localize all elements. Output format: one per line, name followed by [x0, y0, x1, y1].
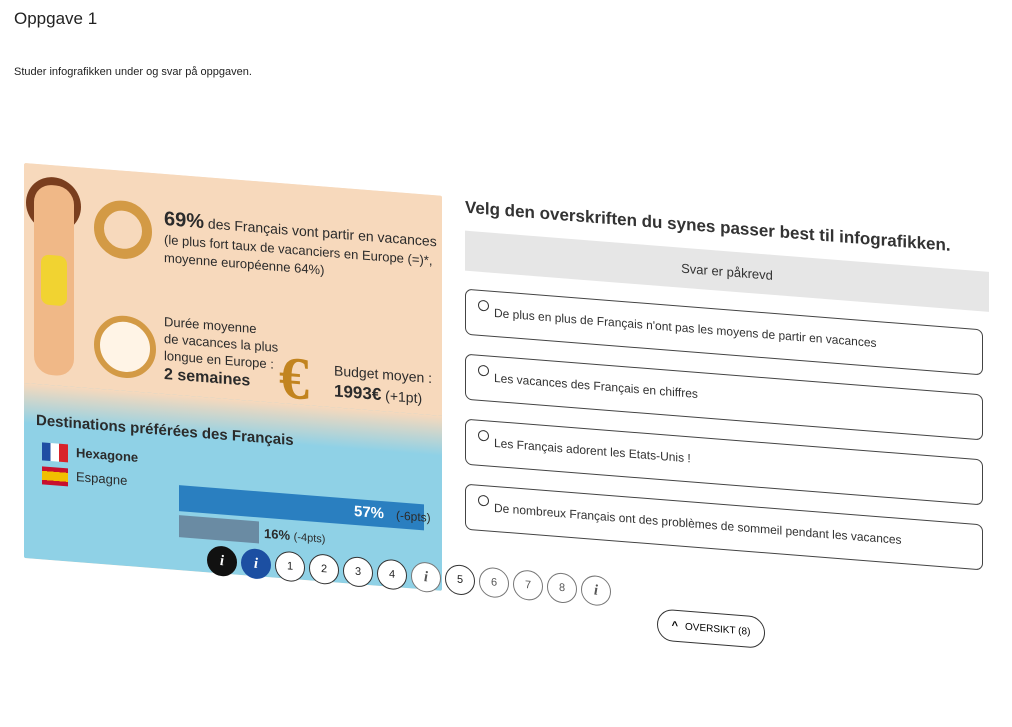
overview-label: OVERSIKT (8) [685, 621, 751, 638]
nav-question-1[interactable]: 1 [275, 550, 305, 583]
radio-icon[interactable] [478, 494, 489, 507]
destination-1-pct: 57% [354, 502, 385, 523]
answer-option-label: De nombreux Français ont des problèmes d… [494, 500, 902, 548]
radio-icon[interactable] [478, 429, 489, 442]
chevron-up-icon: ^ [671, 619, 679, 633]
page-title: Oppgave 1 [14, 9, 98, 28]
nav-question-3[interactable]: 3 [343, 555, 373, 589]
euro-icon: € [279, 344, 309, 413]
france-flag-icon [42, 442, 68, 463]
destination-1-change: (-6pts) [396, 508, 431, 525]
answer-option-label: Les Français adorent les Etats-Unis ! [494, 435, 691, 466]
nav-question-5[interactable]: 5 [445, 563, 475, 597]
destination-2-change: (-4pts) [293, 531, 326, 546]
nav-question-4[interactable]: 4 [377, 558, 407, 591]
exam-page: Oppgave 1 Studer infografikken under og … [0, 0, 1012, 727]
nav-info-item[interactable]: i [581, 574, 611, 607]
overview-button[interactable]: ^ OVERSIKT (8) [657, 608, 765, 649]
radio-icon[interactable] [478, 299, 489, 312]
nav-question-6[interactable]: 6 [479, 566, 509, 599]
infographic-image: 69% des Français vont partir en vacances… [24, 162, 442, 591]
nav-info-item[interactable]: i [411, 561, 441, 594]
nav-info-item-current[interactable]: i [241, 547, 271, 581]
radio-icon[interactable] [478, 364, 489, 377]
required-text: Svar er påkrevd [681, 260, 773, 283]
nav-info-item[interactable]: i [207, 545, 237, 578]
answer-option-label: De plus en plus de Français n'ont pas le… [494, 305, 877, 351]
budget-value: 1993€ [334, 381, 382, 405]
nav-question-7[interactable]: 7 [513, 569, 543, 602]
answer-option-label: Les vacances des Français en chiffres [494, 370, 698, 401]
spain-flag-icon [42, 466, 68, 487]
nav-question-2[interactable]: 2 [309, 553, 339, 586]
stat-percentage: 69% [164, 207, 205, 234]
nav-question-8[interactable]: 8 [547, 571, 577, 605]
destination-2-pct: 16% [264, 525, 291, 543]
task-intro: Studer infografikken under og svar på op… [14, 66, 252, 78]
budget-change: (+1pt) [385, 387, 423, 407]
swimsuit-illustration [41, 254, 67, 307]
